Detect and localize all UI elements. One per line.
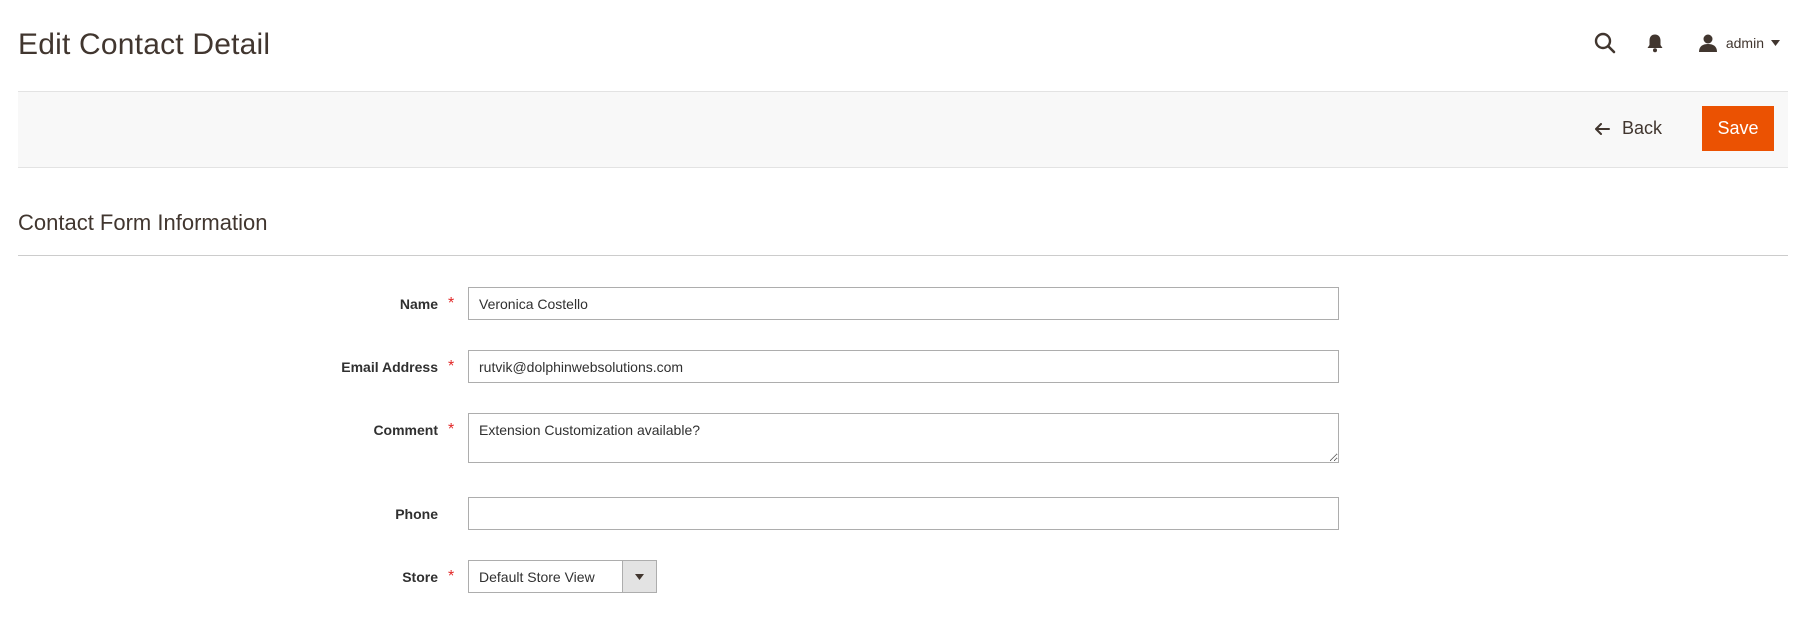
store-select[interactable]: Default Store View: [468, 560, 657, 593]
form-row-phone: Phone: [0, 497, 1805, 530]
form-row-store: Store * Default Store View: [0, 560, 1805, 593]
caret-down-icon: [1771, 40, 1780, 46]
store-label: Store: [402, 569, 438, 585]
required-marker: *: [448, 421, 455, 438]
save-button[interactable]: Save: [1702, 106, 1774, 151]
page: Edit Contact Detail admin Back Save Cont…: [0, 0, 1805, 619]
section-title: Contact Form Information: [18, 210, 268, 235]
back-label: Back: [1621, 118, 1662, 138]
form-row-name: Name *: [0, 287, 1805, 320]
search-icon: [1594, 32, 1616, 54]
comment-label: Comment: [373, 422, 438, 438]
name-label: Name: [399, 296, 438, 312]
email-label: Email Address: [341, 359, 438, 375]
header-actions: admin: [1588, 26, 1780, 60]
user-menu[interactable]: admin: [1698, 34, 1780, 52]
store-select-value: Default Store View: [479, 568, 595, 585]
user-icon: [1698, 34, 1718, 52]
comment-textarea[interactable]: Extension Customization available?: [468, 413, 1339, 463]
page-actions-bar: Back Save: [18, 92, 1788, 168]
arrow-left-icon: [1594, 122, 1610, 135]
phone-label: Phone: [395, 506, 438, 522]
required-marker: *: [448, 568, 455, 585]
form-row-comment: Comment * Extension Customization availa…: [0, 413, 1805, 463]
required-marker: *: [448, 295, 455, 312]
section-header: Contact Form Information: [18, 210, 1788, 256]
phone-input[interactable]: [468, 497, 1339, 530]
page-title: Edit Contact Detail: [18, 28, 271, 61]
bell-icon: [1647, 34, 1663, 53]
form-row-email: Email Address *: [0, 350, 1805, 383]
required-marker: *: [448, 358, 455, 375]
search-button[interactable]: [1588, 26, 1622, 60]
back-button[interactable]: Back: [1591, 106, 1666, 151]
page-header: Edit Contact Detail admin: [18, 0, 1788, 92]
user-name: admin: [1725, 35, 1764, 51]
email-input[interactable]: [468, 350, 1339, 383]
name-input[interactable]: [468, 287, 1339, 320]
chevron-down-icon: [622, 561, 656, 592]
notifications-button[interactable]: [1638, 26, 1672, 60]
